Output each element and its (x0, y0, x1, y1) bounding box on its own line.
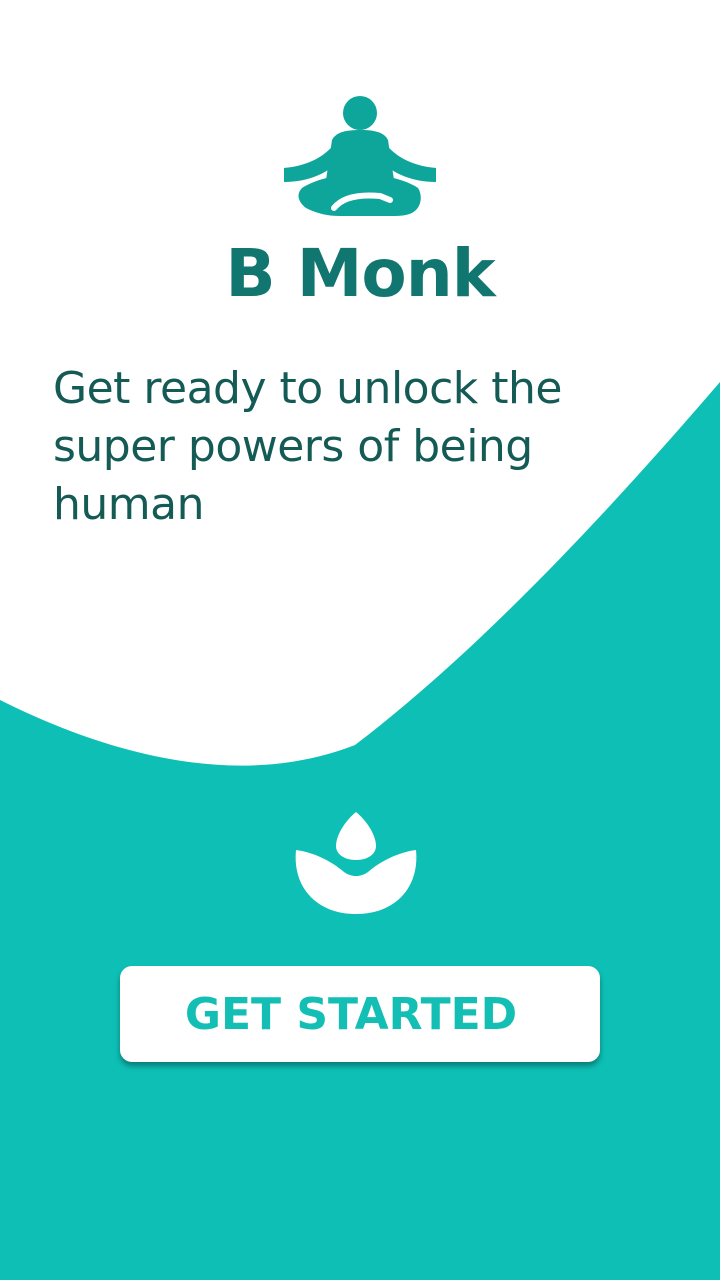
get-started-label: GET STARTED (184, 988, 518, 1040)
get-started-button[interactable]: GET STARTED (120, 966, 600, 1062)
meditating-person-icon (284, 96, 436, 216)
welcome-screen: B Monk Get ready to unlock the super pow… (0, 0, 720, 1280)
tagline: Get ready to unlock the super powers of … (53, 363, 562, 530)
app-title: B Monk (225, 235, 495, 312)
lotus-icon (295, 812, 417, 914)
